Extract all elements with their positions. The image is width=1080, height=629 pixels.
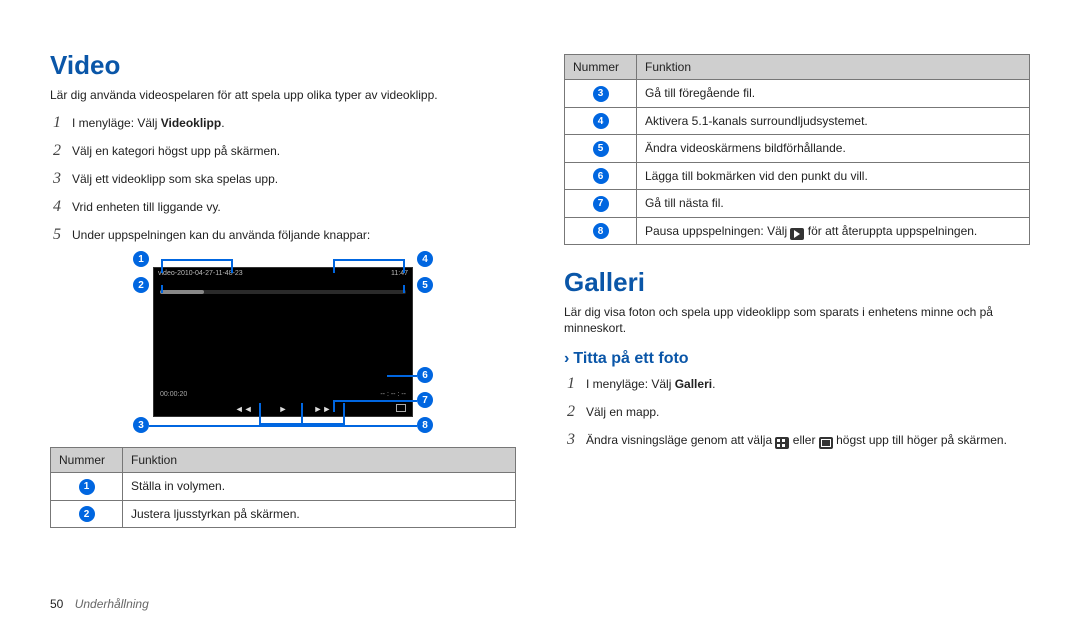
gallery-steps: 1 I menyläge: Välj Galleri. 2 Välj en ma…	[564, 372, 1030, 452]
step-num: 1	[50, 111, 64, 135]
player-controls: ◄◄►►►	[154, 404, 412, 414]
legend-table-right: Nummer Funktion 3 Gå till föregående fil.…	[564, 54, 1030, 245]
step-num: 3	[50, 167, 64, 191]
callout-1: 1	[133, 251, 149, 267]
row-text: Pausa uppspelningen: Välj för att återup…	[637, 217, 1030, 245]
page-footer: 50 Underhållning	[50, 597, 149, 611]
gallery-heading: Galleri	[564, 267, 1030, 298]
step-num: 2	[564, 400, 578, 424]
table-header-number: Nummer	[51, 448, 123, 473]
table-row: 3 Gå till föregående fil.	[565, 80, 1030, 108]
callout-6: 6	[417, 367, 433, 383]
callout-2: 2	[133, 277, 149, 293]
callout-5: 5	[417, 277, 433, 293]
video-intro: Lär dig använda videospelaren för att sp…	[50, 87, 516, 103]
footer-section: Underhållning	[75, 597, 149, 611]
row-badge: 1	[79, 479, 95, 495]
row-text: Lägga till bokmärken vid den punkt du vi…	[637, 162, 1030, 190]
aspect-icon	[396, 404, 406, 412]
video-steps: 1 I menyläge: Välj Videoklipp. 2 Välj en…	[50, 111, 516, 247]
legend-table-left: Nummer Funktion 1 Ställa in volymen. 2 J…	[50, 447, 516, 528]
player-title: video-2010-04-27-11-48-23	[158, 270, 243, 277]
step-text: Välj ett videoklipp som ska spelas upp.	[72, 170, 278, 188]
step-text: Vrid enheten till liggande vy.	[72, 198, 221, 216]
row-badge: 8	[593, 223, 609, 239]
table-row: 5 Ändra videoskärmens bildförhållande.	[565, 135, 1030, 163]
table-header-function: Funktion	[123, 448, 516, 473]
row-badge: 3	[593, 86, 609, 102]
table-header-function: Funktion	[637, 55, 1030, 80]
step-num: 2	[50, 139, 64, 163]
row-badge: 2	[79, 506, 95, 522]
row-text: Ändra videoskärmens bildförhållande.	[637, 135, 1030, 163]
player-progress	[160, 290, 406, 294]
player-time-current: 00:00:20	[160, 391, 187, 398]
step-num: 1	[564, 372, 578, 396]
step-text: Under uppspelningen kan du använda följa…	[72, 226, 370, 244]
row-text: Gå till nästa fil.	[637, 190, 1030, 218]
step-text: Välj en kategori högst upp på skärmen.	[72, 142, 280, 160]
callout-4: 4	[417, 251, 433, 267]
table-row: 7 Gå till nästa fil.	[565, 190, 1030, 218]
callout-8: 8	[417, 417, 433, 433]
row-text: Justera ljusstyrkan på skärmen.	[123, 500, 516, 528]
step-num: 5	[50, 223, 64, 247]
callout-7: 7	[417, 392, 433, 408]
table-row: 4 Aktivera 5.1-kanals surroundljudsysteme…	[565, 107, 1030, 135]
table-row: 6 Lägga till bokmärken vid den punkt du v…	[565, 162, 1030, 190]
single-view-icon	[819, 437, 833, 449]
step-text: I menyläge: Välj Videoklipp.	[72, 114, 225, 132]
row-badge: 7	[593, 196, 609, 212]
player-time-remaining: -- : -- : --	[380, 391, 406, 398]
step-text: I menyläge: Välj Galleri.	[586, 375, 715, 393]
row-badge: 5	[593, 141, 609, 157]
gallery-subheading: ›Titta på ett foto	[564, 350, 1030, 368]
row-text: Ställa in volymen.	[123, 473, 516, 501]
page-number: 50	[50, 597, 63, 611]
gallery-intro: Lär dig visa foton och spela upp videokl…	[564, 304, 1030, 336]
table-row: 8 Pausa uppspelningen: Välj för att åter…	[565, 217, 1030, 245]
chevron-right-icon: ›	[564, 350, 569, 367]
table-header-number: Nummer	[565, 55, 637, 80]
callout-3: 3	[133, 417, 149, 433]
table-row: 1 Ställa in volymen.	[51, 473, 516, 501]
row-badge: 4	[593, 113, 609, 129]
row-badge: 6	[593, 168, 609, 184]
table-row: 2 Justera ljusstyrkan på skärmen.	[51, 500, 516, 528]
step-num: 4	[50, 195, 64, 219]
step-text: Välj en mapp.	[586, 403, 659, 421]
row-text: Aktivera 5.1-kanals surroundljudsystemet…	[637, 107, 1030, 135]
video-player-figure: video-2010-04-27-11-48-23 11:47 00:00:20…	[113, 255, 453, 435]
step-num: 3	[564, 428, 578, 452]
grid-icon	[775, 437, 789, 449]
player-clock: 11:47	[391, 270, 408, 277]
video-player: video-2010-04-27-11-48-23 11:47 00:00:20…	[153, 267, 413, 417]
step-text: Ändra visningsläge genom att välja eller…	[586, 431, 1007, 449]
video-heading: Video	[50, 50, 516, 81]
row-text: Gå till föregående fil.	[637, 80, 1030, 108]
play-icon	[790, 228, 804, 240]
